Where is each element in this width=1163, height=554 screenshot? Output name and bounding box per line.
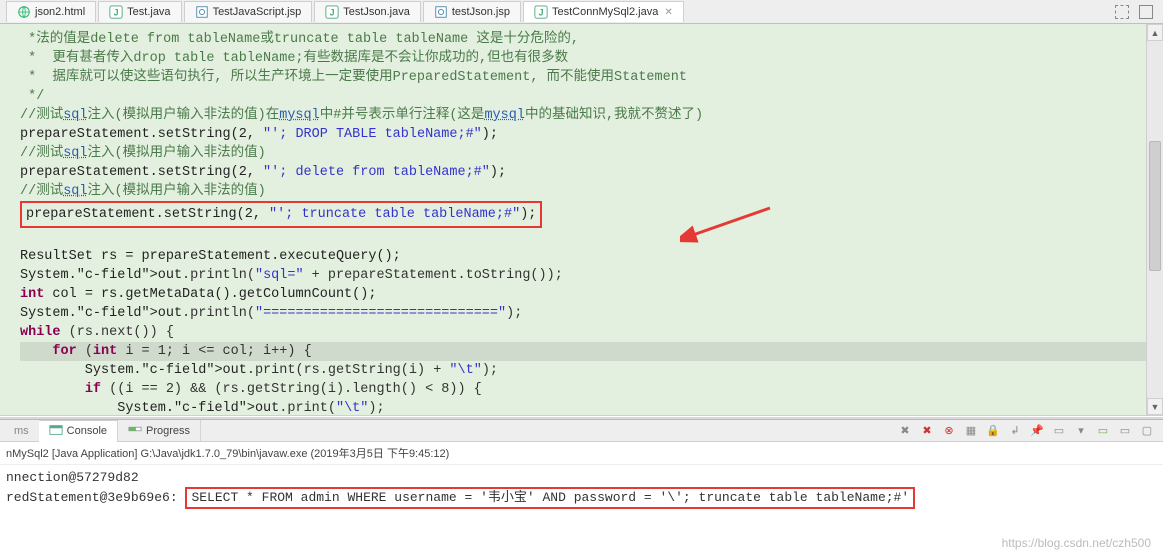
new-console-icon[interactable]: ▭ bbox=[1095, 423, 1111, 439]
code-editor[interactable]: *法的值是delete from tableName或truncate tabl… bbox=[0, 24, 1163, 416]
editor-scrollbar[interactable]: ▲ ▼ bbox=[1146, 24, 1163, 415]
console-toolbar: ✖ ✖ ⊗ ▦ 🔒 ↲ 📌 ▭ ▾ ▭ ▭ ▢ bbox=[897, 423, 1163, 439]
html-file-icon bbox=[17, 5, 31, 19]
tab-testjson-java[interactable]: J TestJson.java bbox=[314, 1, 421, 22]
tab-label: TestJavaScript.jsp bbox=[213, 6, 302, 18]
scrollbar-thumb[interactable] bbox=[1149, 141, 1161, 271]
svg-text:J: J bbox=[114, 8, 119, 18]
tab-label: testJson.jsp bbox=[452, 6, 510, 18]
tab-testjavascript-jsp[interactable]: TestJavaScript.jsp bbox=[184, 1, 313, 22]
console-line: redStatement@3e9b69e6: bbox=[6, 490, 185, 505]
bottom-tabbar: ms Console Progress ✖ ✖ ⊗ ▦ 🔒 ↲ 📌 ▭ ▾ ▭ … bbox=[0, 420, 1163, 442]
pin-console-icon[interactable]: 📌 bbox=[1029, 423, 1045, 439]
tab-testconnmysql2-java[interactable]: J TestConnMySql2.java ✕ bbox=[523, 1, 684, 22]
tab-label: Progress bbox=[146, 425, 190, 437]
scroll-lock-icon[interactable]: 🔒 bbox=[985, 423, 1001, 439]
editor-tabbar: json2.html J Test.java TestJavaScript.js… bbox=[0, 0, 1163, 24]
java-file-icon: J bbox=[109, 5, 123, 19]
svg-text:J: J bbox=[330, 8, 335, 18]
console-launch-header: nMySql2 [Java Application] G:\Java\jdk1.… bbox=[0, 442, 1163, 465]
maximize-panel-icon[interactable]: ▢ bbox=[1139, 423, 1155, 439]
jsp-file-icon bbox=[195, 5, 209, 19]
tab-progress[interactable]: Progress bbox=[118, 420, 201, 441]
scroll-down-icon[interactable]: ▼ bbox=[1147, 398, 1163, 415]
tab-test-java[interactable]: J Test.java bbox=[98, 1, 181, 22]
close-icon[interactable]: ✕ bbox=[664, 7, 672, 18]
console-icon bbox=[49, 423, 63, 440]
minimize-panel-icon[interactable]: ▭ bbox=[1117, 423, 1133, 439]
tabbar-window-controls bbox=[1115, 5, 1163, 19]
watermark: https://blog.csdn.net/czh500 bbox=[1002, 536, 1151, 550]
java-file-icon: J bbox=[534, 5, 548, 19]
jsp-file-icon bbox=[434, 5, 448, 19]
tab-label: TestJson.java bbox=[343, 6, 410, 18]
java-file-icon: J bbox=[325, 5, 339, 19]
console-line: nnection@57279d82 bbox=[6, 470, 139, 485]
code-content: *法的值是delete from tableName或truncate tabl… bbox=[20, 30, 1153, 416]
tab-label: Test.java bbox=[127, 6, 170, 18]
open-console-icon[interactable]: ▾ bbox=[1073, 423, 1089, 439]
progress-icon bbox=[128, 422, 142, 439]
sql-highlight-box: SELECT * FROM admin WHERE username = '韦小… bbox=[185, 487, 915, 509]
console-output[interactable]: nnection@57279d82 redStatement@3e9b69e6:… bbox=[0, 465, 1163, 554]
scroll-up-icon[interactable]: ▲ bbox=[1147, 24, 1163, 41]
maximize-icon[interactable] bbox=[1139, 5, 1153, 19]
svg-text:J: J bbox=[539, 8, 544, 18]
display-selected-icon[interactable]: ▭ bbox=[1051, 423, 1067, 439]
tab-testjson-jsp[interactable]: testJson.jsp bbox=[423, 1, 521, 22]
restore-icon[interactable] bbox=[1115, 5, 1129, 19]
tab-console[interactable]: Console bbox=[39, 420, 118, 442]
terminate-all-icon[interactable]: ⊗ bbox=[941, 423, 957, 439]
tab-label: json2.html bbox=[35, 6, 85, 18]
scrollbar-track[interactable] bbox=[1147, 41, 1163, 398]
tab-label: Console bbox=[67, 425, 107, 437]
remove-all-icon[interactable]: ✖ bbox=[919, 423, 935, 439]
tab-json2-html[interactable]: json2.html bbox=[6, 1, 96, 22]
word-wrap-icon[interactable]: ↲ bbox=[1007, 423, 1023, 439]
remove-launch-icon[interactable]: ✖ bbox=[897, 423, 913, 439]
truncated-tab: ms bbox=[4, 423, 39, 439]
tab-label: TestConnMySql2.java bbox=[552, 6, 658, 18]
bottom-panel: ms Console Progress ✖ ✖ ⊗ ▦ 🔒 ↲ 📌 ▭ ▾ ▭ … bbox=[0, 420, 1163, 554]
clear-console-icon[interactable]: ▦ bbox=[963, 423, 979, 439]
